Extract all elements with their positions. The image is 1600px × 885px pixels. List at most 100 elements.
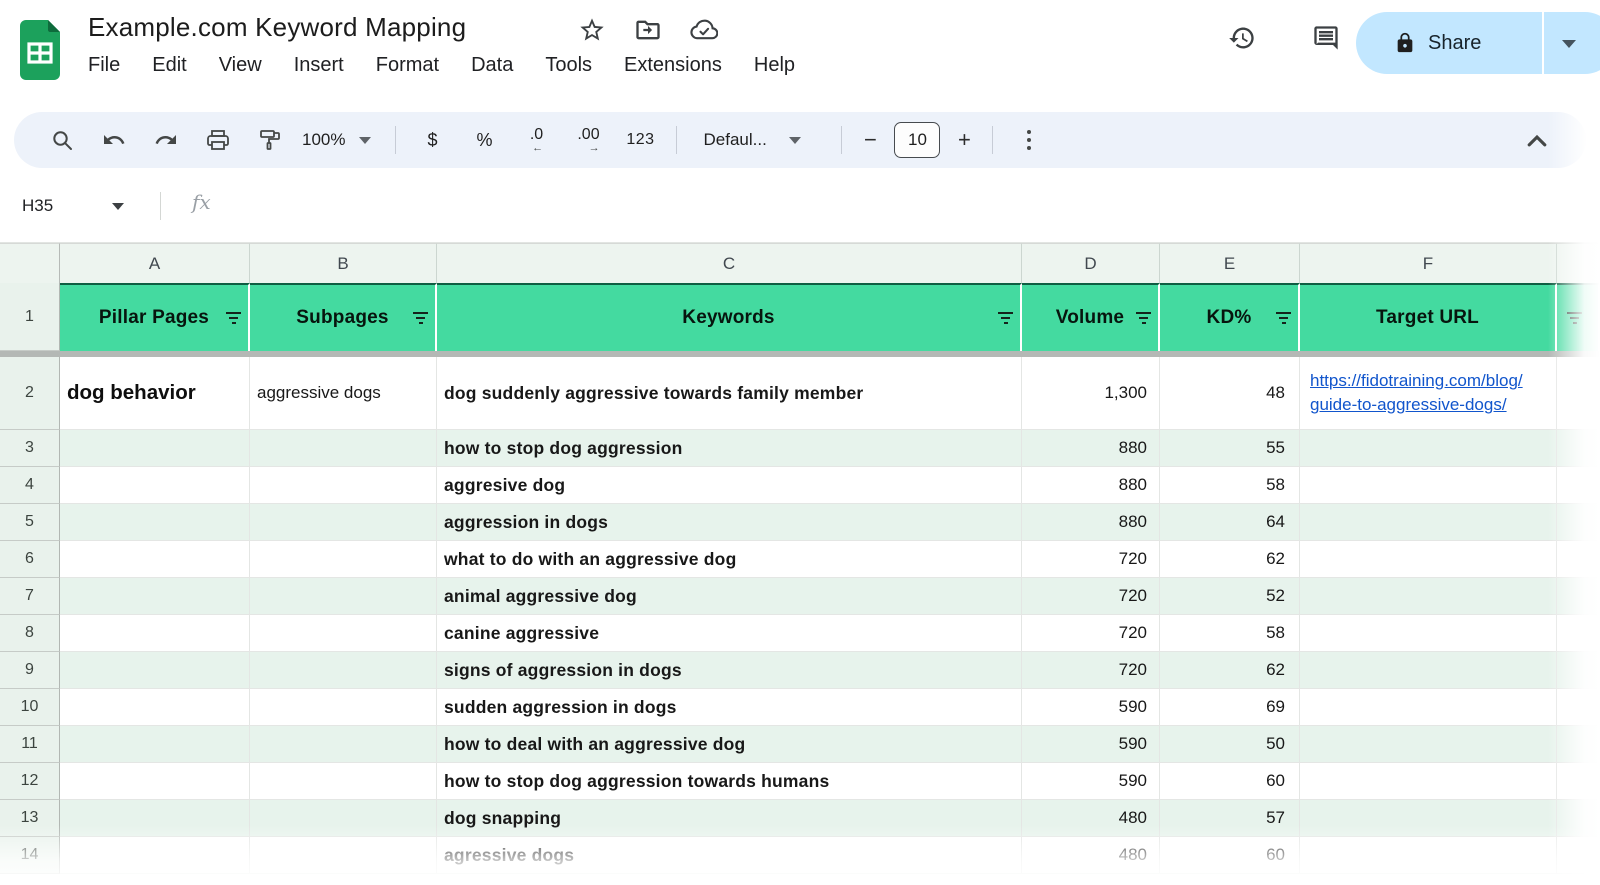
filter-icon[interactable] bbox=[998, 312, 1013, 324]
menu-extensions[interactable]: Extensions bbox=[624, 54, 722, 77]
row-header-3[interactable]: 3 bbox=[0, 430, 60, 467]
row-header-12[interactable]: 12 bbox=[0, 763, 60, 800]
cell-target-url-f10[interactable] bbox=[1300, 689, 1557, 726]
cell-kd-e6[interactable]: 62 bbox=[1160, 541, 1300, 578]
filter-icon[interactable] bbox=[226, 312, 241, 324]
cell-volume-d6[interactable]: 720 bbox=[1022, 541, 1160, 578]
cell-pillar-a4[interactable] bbox=[60, 467, 250, 504]
cell-target-url-f7[interactable] bbox=[1300, 578, 1557, 615]
cell-subpage-b10[interactable] bbox=[250, 689, 437, 726]
cell-target-url-f11[interactable] bbox=[1300, 726, 1557, 763]
cell-volume-d12[interactable]: 590 bbox=[1022, 763, 1160, 800]
cell-subpage-b11[interactable] bbox=[250, 726, 437, 763]
cell-target-url-f3[interactable] bbox=[1300, 430, 1557, 467]
cell-pillar-a9[interactable] bbox=[60, 652, 250, 689]
cell-subpage-b13[interactable] bbox=[250, 800, 437, 837]
cell-pillar-a3[interactable] bbox=[60, 430, 250, 467]
decrease-font-size-button[interactable]: − bbox=[852, 127, 888, 153]
cell-kd-e14[interactable]: 60 bbox=[1160, 837, 1300, 874]
cell-keyword-c13[interactable]: dog snapping bbox=[437, 800, 1022, 837]
row-header-1[interactable]: 1 bbox=[0, 283, 60, 351]
header-cell-target-url[interactable]: Target URL bbox=[1300, 283, 1557, 351]
header-cell-subpages[interactable]: Subpages bbox=[250, 283, 437, 351]
column-header-d[interactable]: D bbox=[1022, 243, 1160, 283]
cell-volume-d7[interactable]: 720 bbox=[1022, 578, 1160, 615]
menu-edit[interactable]: Edit bbox=[152, 54, 186, 77]
cell-keyword-c10[interactable]: sudden aggression in dogs bbox=[437, 689, 1022, 726]
row-header-5[interactable]: 5 bbox=[0, 504, 60, 541]
cell-kd-e8[interactable]: 58 bbox=[1160, 615, 1300, 652]
column-header-f[interactable]: F bbox=[1300, 243, 1557, 283]
row-header-11[interactable]: 11 bbox=[0, 726, 60, 763]
menu-insert[interactable]: Insert bbox=[294, 54, 344, 77]
row-header-9[interactable]: 9 bbox=[0, 652, 60, 689]
cell-subpage-b7[interactable] bbox=[250, 578, 437, 615]
formula-input[interactable] bbox=[235, 186, 1580, 226]
header-cell-keywords[interactable]: Keywords bbox=[437, 283, 1022, 351]
menu-data[interactable]: Data bbox=[471, 54, 513, 77]
cell-pillar-a8[interactable] bbox=[60, 615, 250, 652]
cell-target-url-f14[interactable] bbox=[1300, 837, 1557, 874]
hide-menus-icon[interactable] bbox=[1524, 128, 1550, 159]
font-size-input[interactable]: 10 bbox=[894, 122, 940, 158]
cell-target-url-f5[interactable] bbox=[1300, 504, 1557, 541]
header-cell-volume[interactable]: Volume bbox=[1022, 283, 1160, 351]
cell-kd-e9[interactable]: 62 bbox=[1160, 652, 1300, 689]
cell-keyword-c6[interactable]: what to do with an aggressive dog bbox=[437, 541, 1022, 578]
cell-subpage-b8[interactable] bbox=[250, 615, 437, 652]
zoom-select[interactable]: 100% bbox=[302, 130, 371, 150]
select-all-corner[interactable] bbox=[0, 243, 60, 283]
cell-pillar-a13[interactable] bbox=[60, 800, 250, 837]
undo-icon[interactable] bbox=[88, 120, 140, 160]
header-cell-kd[interactable]: KD% bbox=[1160, 283, 1300, 351]
row-header-4[interactable]: 4 bbox=[0, 467, 60, 504]
cell-keyword-c14[interactable]: agressive dogs bbox=[437, 837, 1022, 874]
format-currency-button[interactable]: $ bbox=[406, 120, 458, 160]
more-options-icon[interactable] bbox=[1003, 120, 1055, 160]
cell-volume-d9[interactable]: 720 bbox=[1022, 652, 1160, 689]
row-header-13[interactable]: 13 bbox=[0, 800, 60, 837]
cell-target-url-f12[interactable] bbox=[1300, 763, 1557, 800]
cell-volume-d8[interactable]: 720 bbox=[1022, 615, 1160, 652]
menu-tools[interactable]: Tools bbox=[545, 54, 592, 77]
row-header-7[interactable]: 7 bbox=[0, 578, 60, 615]
sheets-logo-icon[interactable] bbox=[16, 20, 64, 80]
cell-keyword-c12[interactable]: how to stop dog aggression towards human… bbox=[437, 763, 1022, 800]
document-title[interactable]: Example.com Keyword Mapping bbox=[88, 12, 466, 43]
cell-volume-d13[interactable]: 480 bbox=[1022, 800, 1160, 837]
cell-pillar-a7[interactable] bbox=[60, 578, 250, 615]
cell-kd-e11[interactable]: 50 bbox=[1160, 726, 1300, 763]
cell-target-url-f8[interactable] bbox=[1300, 615, 1557, 652]
paint-format-icon[interactable] bbox=[244, 120, 296, 160]
filter-icon[interactable] bbox=[1276, 312, 1291, 324]
font-family-select[interactable]: Defaul... bbox=[703, 130, 815, 150]
cell-volume-d5[interactable]: 880 bbox=[1022, 504, 1160, 541]
cell-pillar-a10[interactable] bbox=[60, 689, 250, 726]
row-header-10[interactable]: 10 bbox=[0, 689, 60, 726]
share-button[interactable]: Share bbox=[1356, 12, 1600, 74]
cell-kd-e4[interactable]: 58 bbox=[1160, 467, 1300, 504]
cell-target-url-f4[interactable] bbox=[1300, 467, 1557, 504]
cell-kd-e12[interactable]: 60 bbox=[1160, 763, 1300, 800]
cell-target-url-f9[interactable] bbox=[1300, 652, 1557, 689]
cell-kd-e2[interactable]: 48 bbox=[1160, 357, 1300, 430]
redo-icon[interactable] bbox=[140, 120, 192, 160]
column-header-b[interactable]: B bbox=[250, 243, 437, 283]
menu-file[interactable]: File bbox=[88, 54, 120, 77]
cell-target-url-f2[interactable]: https://fidotraining.com/blog/guide-to-a… bbox=[1300, 357, 1557, 430]
star-icon[interactable] bbox=[578, 16, 606, 44]
cell-volume-d4[interactable]: 880 bbox=[1022, 467, 1160, 504]
column-header-a[interactable]: A bbox=[60, 243, 250, 283]
cell-target-url-f6[interactable] bbox=[1300, 541, 1557, 578]
cell-keyword-c2[interactable]: dog suddenly aggressive towards family m… bbox=[437, 357, 1022, 430]
cell-pillar-a5[interactable] bbox=[60, 504, 250, 541]
cell-pillar-a2[interactable]: dog behavior bbox=[60, 357, 250, 430]
column-header-e[interactable]: E bbox=[1160, 243, 1300, 283]
cloud-saved-icon[interactable] bbox=[690, 16, 718, 44]
cell-subpage-b9[interactable] bbox=[250, 652, 437, 689]
move-to-folder-icon[interactable] bbox=[634, 16, 662, 44]
row-header-2[interactable]: 2 bbox=[0, 357, 60, 430]
cell-pillar-a12[interactable] bbox=[60, 763, 250, 800]
cell-keyword-c7[interactable]: animal aggressive dog bbox=[437, 578, 1022, 615]
more-formats-button[interactable]: 123 bbox=[614, 120, 666, 160]
